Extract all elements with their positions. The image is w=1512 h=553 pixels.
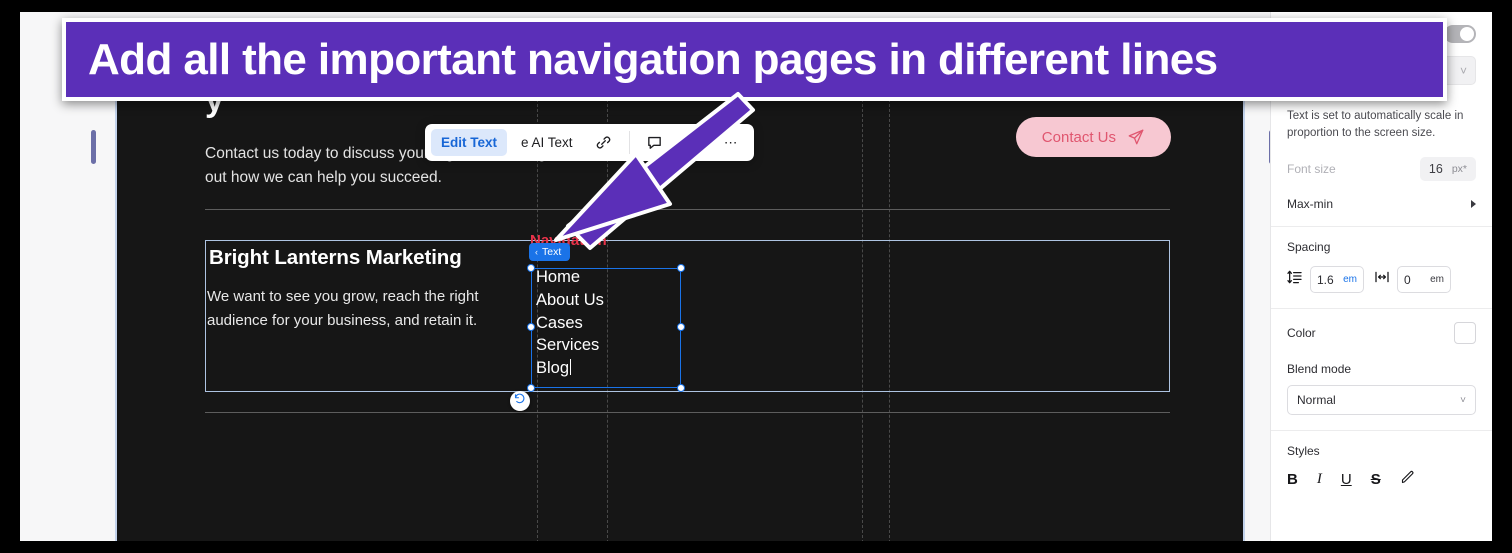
paper-plane-icon <box>1127 128 1145 146</box>
resize-handle-middle-left[interactable] <box>527 323 535 331</box>
line-height-control[interactable]: 1.6 em <box>1287 266 1364 294</box>
italic-button[interactable]: I <box>1317 471 1322 488</box>
font-size-field[interactable]: 16 px* <box>1419 157 1476 182</box>
line-height-value: 1.6 <box>1317 272 1334 287</box>
styles-label: Styles <box>1287 444 1320 459</box>
blend-mode-value: Normal <box>1297 393 1336 408</box>
edit-text-button[interactable]: Edit Text <box>431 129 508 156</box>
resize-handle-middle-right[interactable] <box>677 323 685 331</box>
canvas-resize-handle-left[interactable] <box>91 130 96 164</box>
auto-scale-note: Text is set to automatically scale in pr… <box>1287 110 1464 139</box>
chevron-down-icon: ˅ <box>1459 63 1467 78</box>
color-row: Color <box>1287 322 1476 345</box>
undo-icon <box>514 392 526 410</box>
resize-handle-bottom-left[interactable] <box>527 384 535 392</box>
ai-text-button[interactable]: e AI Text <box>511 129 583 156</box>
resize-handle-top-right[interactable] <box>677 264 685 272</box>
highlight-pen-icon[interactable] <box>1400 470 1415 489</box>
help-icon[interactable]: ? <box>676 129 710 156</box>
spacing-label: Spacing <box>1287 240 1331 255</box>
toggle-knob <box>1460 27 1474 41</box>
caret-right-icon <box>1471 200 1476 209</box>
color-label: Color <box>1287 326 1316 341</box>
color-section: Color Blend mode Normal ˅ <box>1271 308 1492 430</box>
font-size-label: Font size <box>1287 162 1336 177</box>
link-icon[interactable] <box>587 129 621 156</box>
auto-scale-toggle[interactable] <box>1444 25 1476 43</box>
brand-body-text[interactable]: We want to see you grow, reach the right… <box>207 285 497 332</box>
line-height-input[interactable]: 1.6 em <box>1310 266 1364 294</box>
selection-bounding-box[interactable] <box>527 264 685 392</box>
selection-type-label: Text <box>542 246 562 258</box>
text-context-toolbar[interactable]: Edit Text e AI Text ? ⋯ <box>425 124 754 161</box>
blend-mode-select[interactable]: Normal ˅ <box>1287 385 1476 416</box>
contact-us-label: Contact Us <box>1041 128 1116 146</box>
comment-icon[interactable] <box>638 129 672 156</box>
underline-button[interactable]: U <box>1341 471 1352 488</box>
font-size-unit: px* <box>1451 163 1467 176</box>
bold-button[interactable]: B <box>1287 471 1298 488</box>
resize-handle-top-left[interactable] <box>527 264 535 272</box>
selection-type-badge[interactable]: ‹ Text <box>529 243 571 261</box>
letter-spacing-value: 0 <box>1404 272 1411 287</box>
font-size-row: Font size 16 px* <box>1287 157 1476 182</box>
toolbar-divider <box>628 131 630 154</box>
letter-spacing-control[interactable]: 0 em <box>1374 266 1451 294</box>
blend-mode-group: Blend mode Normal ˅ <box>1287 362 1476 416</box>
website-canvas[interactable]: y Contact us today to discuss your digit… <box>115 97 1245 541</box>
letter-spacing-input[interactable]: 0 em <box>1397 266 1451 294</box>
letter-spacing-unit: em <box>1430 274 1444 286</box>
brand-title[interactable]: Bright Lanterns Marketing <box>209 246 462 270</box>
line-height-icon <box>1287 269 1303 290</box>
max-min-label: Max-min <box>1287 197 1334 212</box>
contact-us-button[interactable]: Contact Us <box>1015 117 1171 157</box>
annotation-callout: Add all the important navigation pages i… <box>62 18 1447 101</box>
font-size-value: 16 <box>1428 162 1443 177</box>
line-height-unit: em <box>1343 274 1357 286</box>
typography-section: Text is set to automatically scale in pr… <box>1271 95 1492 226</box>
divider <box>205 412 1170 413</box>
more-options-icon[interactable]: ⋯ <box>714 129 748 156</box>
screenshot-root: y Contact us today to discuss your digit… <box>0 0 1512 553</box>
strikethrough-button[interactable]: S <box>1371 471 1381 488</box>
spacing-section: Spacing 1.6 em 0 em <box>1271 226 1492 308</box>
styles-section: Styles B I U S <box>1271 430 1492 504</box>
letter-spacing-icon <box>1374 269 1390 290</box>
color-swatch[interactable] <box>1454 322 1476 345</box>
chevron-down-icon: ˅ <box>1460 394 1466 406</box>
divider <box>205 209 1170 210</box>
chevron-left-icon: ‹ <box>535 247 538 257</box>
resize-handle-bottom-right[interactable] <box>677 384 685 392</box>
reset-button[interactable] <box>510 391 530 411</box>
max-min-row[interactable]: Max-min <box>1287 197 1476 211</box>
annotation-callout-text: Add all the important navigation pages i… <box>88 34 1218 84</box>
blend-mode-label: Blend mode <box>1287 362 1352 377</box>
